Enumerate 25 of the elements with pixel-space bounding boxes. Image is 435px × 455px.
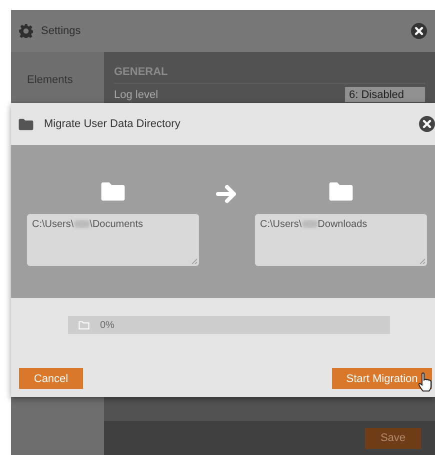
save-button[interactable]: Save	[365, 428, 421, 448]
close-icon[interactable]	[411, 23, 427, 39]
hand-cursor-icon	[418, 372, 432, 392]
sidebar-item[interactable]: Elements	[11, 70, 104, 90]
resize-grip-icon	[419, 258, 425, 264]
redacted-blur	[74, 220, 90, 228]
folder-icon	[328, 181, 354, 202]
folder-icon	[18, 118, 34, 130]
close-icon[interactable]	[419, 116, 435, 132]
cancel-button[interactable]: Cancel	[19, 368, 83, 389]
gear-icon	[19, 24, 33, 38]
start-migration-button[interactable]: Start Migration	[332, 368, 432, 389]
redacted-blur	[302, 220, 318, 228]
log-level-select[interactable]: 6: Disabled	[345, 87, 425, 102]
window-title: Settings	[41, 25, 82, 37]
path-field[interactable]: C:\Users\ Downloads	[255, 214, 427, 266]
resize-grip-icon	[191, 258, 197, 264]
dialog-title: Migrate User Data Directory	[44, 118, 182, 130]
arrow-right-icon	[216, 184, 238, 204]
log-level-label: Log level	[114, 88, 160, 100]
folder-outline-icon	[78, 320, 90, 330]
progress-label: 0%	[100, 320, 114, 330]
section-title: GENERAL	[114, 66, 425, 84]
path-field[interactable]: C:\Users\ \Documents	[27, 214, 199, 266]
folder-icon	[100, 181, 126, 202]
